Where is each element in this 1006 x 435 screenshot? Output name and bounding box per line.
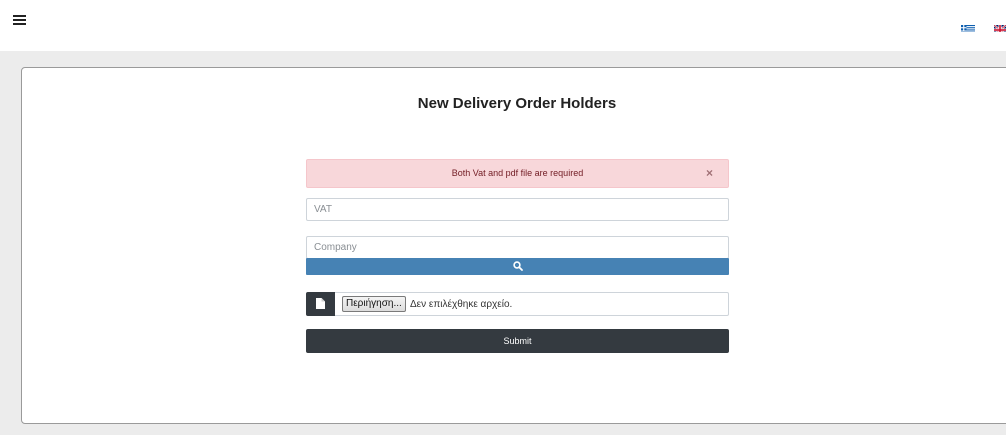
submit-button[interactable]: Submit: [306, 329, 729, 353]
search-button[interactable]: [306, 258, 729, 275]
company-input[interactable]: [306, 236, 729, 259]
close-icon[interactable]: ×: [706, 167, 713, 179]
hamburger-icon[interactable]: [13, 15, 26, 26]
search-icon: [513, 261, 523, 271]
error-alert: Both Vat and pdf file are required ×: [306, 159, 729, 188]
file-icon: [316, 298, 325, 309]
vat-input[interactable]: [306, 198, 729, 221]
browse-button[interactable]: Περιήγηση...: [342, 296, 406, 312]
page-title: New Delivery Order Holders: [417, 95, 617, 112]
greek-flag-icon[interactable]: [961, 22, 975, 32]
uk-flag-icon[interactable]: [994, 22, 1006, 32]
file-status-text: Δεν επιλέχθηκε αρχείο.: [410, 299, 513, 310]
file-upload-group: Περιήγηση... Δεν επιλέχθηκε αρχείο.: [306, 292, 729, 316]
file-icon-box: [306, 292, 335, 316]
alert-message: Both Vat and pdf file are required: [451, 168, 584, 178]
top-navbar: [0, 0, 1006, 51]
